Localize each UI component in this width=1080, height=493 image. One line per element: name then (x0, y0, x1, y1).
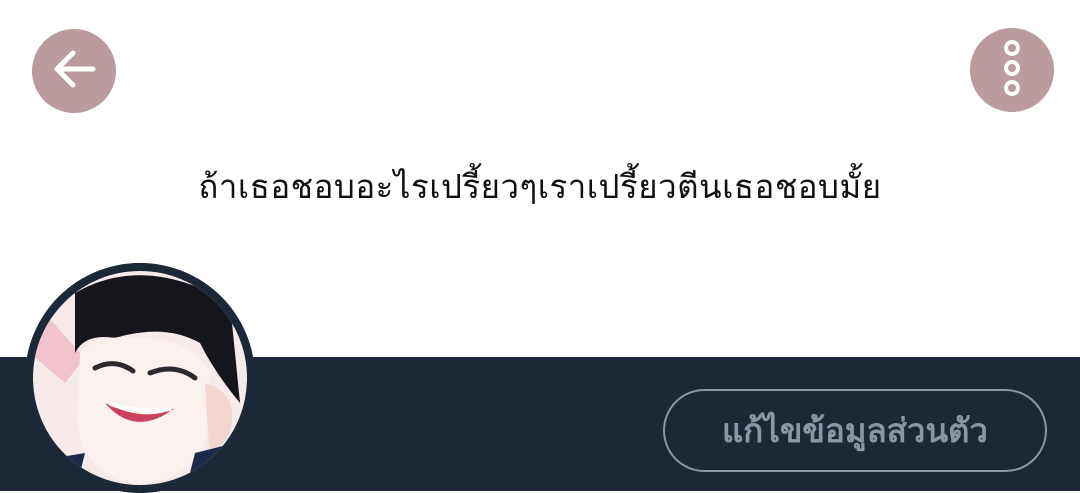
avatar[interactable] (25, 263, 255, 493)
edit-profile-button[interactable]: แก้ไขข้อมูลส่วนตัว (663, 389, 1047, 472)
back-button[interactable] (32, 29, 116, 113)
arrow-left-icon (51, 49, 97, 93)
more-options-button[interactable] (970, 28, 1054, 112)
more-vertical-icon (1002, 40, 1022, 100)
banner-text: ถ้าเธอชอบอะไรเปรี้ยวๆเราเปรี้ยวตีนเธอชอบ… (198, 167, 882, 206)
